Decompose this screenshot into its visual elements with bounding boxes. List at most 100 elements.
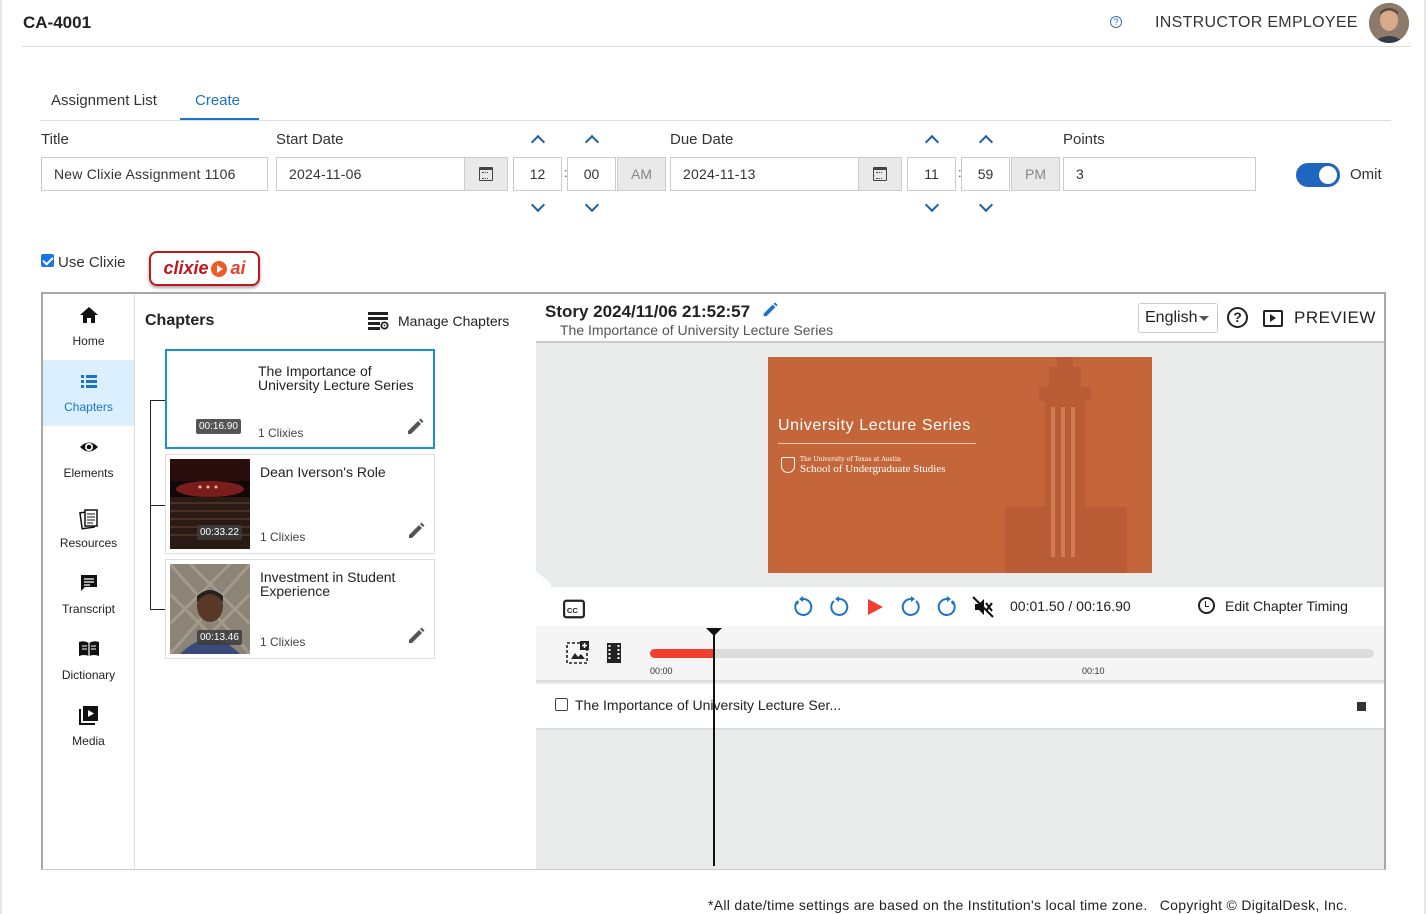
due-hour-down-icon[interactable] <box>924 197 940 213</box>
sidenav-label: Dictionary <box>61 668 116 682</box>
tower-image <box>1005 357 1127 573</box>
user-name[interactable]: INSTRUCTOR EMPLOYEE <box>1155 14 1358 32</box>
logo-word: clixie <box>163 258 209 278</box>
slide-institution-small: The University of Texas at Austin <box>800 456 901 463</box>
manage-settings-icon <box>368 312 389 330</box>
media-icon <box>79 706 98 725</box>
clixie-ai-logo[interactable]: clixie ai <box>149 251 260 286</box>
start-date-label: Start Date <box>276 131 344 148</box>
edit-pencil-icon[interactable] <box>405 417 425 437</box>
chapter-duration: 00:33.22 <box>197 525 242 540</box>
start-ampm-button[interactable]: AM <box>617 157 666 191</box>
help-icon[interactable]: ? <box>1110 16 1122 28</box>
preview-play-icon <box>1263 309 1283 327</box>
forward-10-icon[interactable] <box>936 596 958 618</box>
play-icon[interactable] <box>864 596 886 618</box>
chapter-card[interactable]: 00:16.90 The Importance of University Le… <box>165 349 435 449</box>
sidenav-item-transcript[interactable]: Transcript <box>43 562 134 628</box>
start-date-input[interactable]: 2024-11-06 <box>276 157 465 191</box>
calendar-icon <box>479 167 493 181</box>
tab-create[interactable]: Create <box>195 92 240 109</box>
timeline-track[interactable] <box>650 649 1374 658</box>
manage-chapters-label: Manage Chapters <box>398 313 510 329</box>
start-hour-up-icon[interactable] <box>530 134 546 150</box>
start-minute-up-icon[interactable] <box>584 134 600 150</box>
help-circle-icon[interactable]: ? <box>1227 307 1248 328</box>
chapter-title: The Importance of University Lecture Ser… <box>258 363 414 393</box>
sidenav-item-chapters[interactable]: Chapters <box>43 360 134 426</box>
sidenav-label: Resources <box>59 536 118 550</box>
sidenav-item-dictionary[interactable]: Dictionary <box>43 628 134 694</box>
tab-active-indicator <box>180 118 259 120</box>
start-minute-down-icon[interactable] <box>584 197 600 213</box>
preview-label: PREVIEW <box>1294 308 1376 327</box>
edit-chapter-timing-button[interactable]: Edit Chapter Timing <box>1198 597 1348 614</box>
sidenav-item-home[interactable]: Home <box>43 294 134 360</box>
mute-icon[interactable] <box>972 596 994 618</box>
story-title-text: Story 2024/11/06 21:52:57 <box>545 302 751 321</box>
edit-title-pencil-icon[interactable] <box>761 301 779 319</box>
header-divider <box>22 46 1411 47</box>
timeline-tick: 00:00 <box>650 666 673 676</box>
rewind-icon[interactable] <box>828 596 850 618</box>
chapter-clixie-count: 1 Clixies <box>260 635 306 649</box>
chapter-card[interactable]: 00:13.46 Investment in Student Experienc… <box>165 559 435 659</box>
eye-icon <box>80 442 98 452</box>
chapter-title: Dean Iverson's Role <box>260 464 386 480</box>
due-minute-up-icon[interactable] <box>978 134 994 150</box>
edit-pencil-icon[interactable] <box>406 626 426 646</box>
due-calendar-button[interactable] <box>859 157 902 191</box>
start-minute-input[interactable]: 00 <box>567 157 616 191</box>
manage-chapters-button[interactable]: Manage Chapters <box>368 312 509 330</box>
preview-button[interactable]: PREVIEW <box>1263 308 1376 328</box>
documents-icon <box>79 509 98 530</box>
chapter-duration: 00:16.90 <box>196 419 241 434</box>
chapter-tree-branch <box>150 609 165 610</box>
element-label: The Importance of University Lecture Ser… <box>575 697 842 713</box>
copyright: Copyright © DigitalDesk, Inc. <box>1159 897 1348 913</box>
home-icon <box>80 307 98 323</box>
editor-sidenav: Home Chapters Elements Resources Transcr… <box>43 294 135 869</box>
time-readout: 00:01.50 / 00:16.90 <box>1010 598 1131 614</box>
due-minute-input[interactable]: 59 <box>961 157 1010 191</box>
due-date-input[interactable]: 2024-11-13 <box>670 157 859 191</box>
forward-icon[interactable] <box>900 596 922 618</box>
language-select[interactable]: English <box>1138 303 1218 333</box>
avatar[interactable] <box>1369 3 1409 43</box>
chapters-title: Chapters <box>145 312 215 329</box>
title-input[interactable]: New Clixie Assignment 1106 <box>41 157 268 191</box>
start-hour-down-icon[interactable] <box>530 197 546 213</box>
chapter-duration: 00:13.46 <box>197 630 242 645</box>
tab-assignment-list[interactable]: Assignment List <box>51 92 157 109</box>
sidenav-item-resources[interactable]: Resources <box>43 496 134 562</box>
sidenav-label: Media <box>72 734 105 748</box>
due-hour-input[interactable]: 11 <box>907 157 956 191</box>
start-hour-input[interactable]: 12 <box>513 157 562 191</box>
playhead-handle[interactable] <box>706 628 722 636</box>
timezone-note: *All date/time settings are based on the… <box>708 897 1148 913</box>
use-clixie-checkbox[interactable] <box>41 254 54 267</box>
tabs-divider <box>40 120 1391 121</box>
due-hour-up-icon[interactable] <box>924 134 940 150</box>
video-frame[interactable]: University Lecture Series The University… <box>768 357 1152 573</box>
edit-pencil-icon[interactable] <box>406 521 426 541</box>
logo-ai: ai <box>230 258 246 278</box>
points-input[interactable]: 3 <box>1063 157 1256 191</box>
due-minute-down-icon[interactable] <box>978 197 994 213</box>
film-icon[interactable] <box>605 642 623 664</box>
rewind-10-icon[interactable] <box>792 596 814 618</box>
closed-captions-icon[interactable]: CC <box>563 598 585 620</box>
sidenav-label: Home <box>72 334 105 348</box>
start-calendar-button[interactable] <box>465 157 508 191</box>
chapter-tree-branch <box>150 505 165 506</box>
add-image-icon[interactable] <box>565 640 591 666</box>
sidenav-item-elements[interactable]: Elements <box>43 426 134 492</box>
stop-icon[interactable] <box>1357 702 1366 711</box>
sidenav-item-media[interactable]: Media <box>43 694 134 760</box>
chapter-card[interactable]: 00:33.22 Dean Iverson's Role 1 Clixies <box>165 454 435 554</box>
omit-toggle[interactable] <box>1296 163 1340 187</box>
due-ampm-button[interactable]: PM <box>1011 157 1060 191</box>
chapter-clixie-count: 1 Clixies <box>260 530 306 544</box>
playhead[interactable] <box>713 632 715 866</box>
due-date-label: Due Date <box>670 131 734 148</box>
